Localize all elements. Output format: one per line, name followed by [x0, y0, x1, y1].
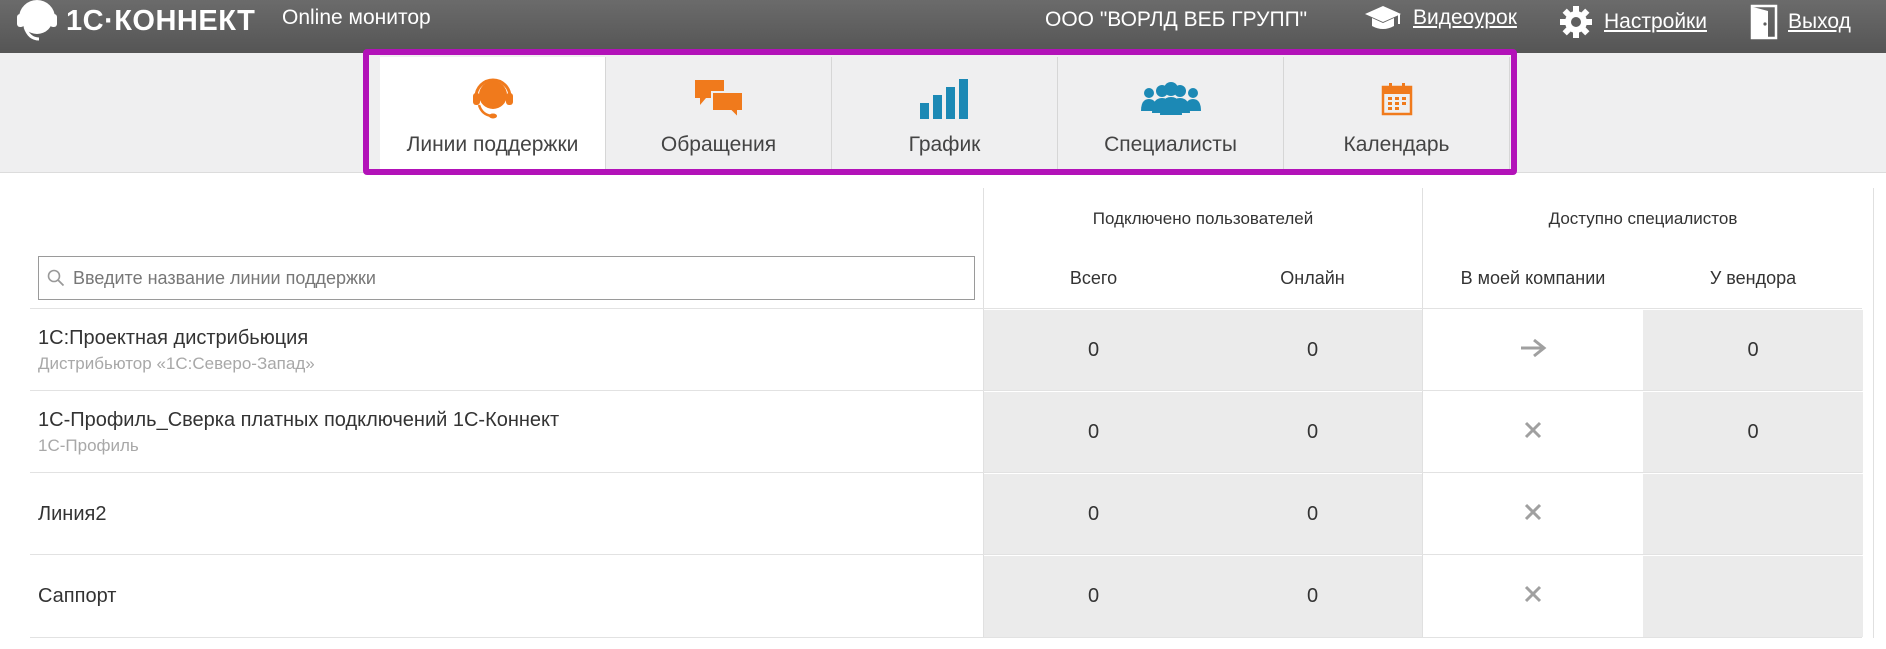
sub-header-total: Всего [1069, 268, 1118, 288]
vendor-value [1643, 474, 1863, 555]
line-owner: Дистрибьютор «1С:Северо-Запад» [38, 353, 315, 373]
table-row[interactable]: 1С-Профиль_Сверка платных подключений 1С… [30, 390, 1863, 473]
vendor-value: 0 [1643, 392, 1863, 473]
logo: 1С·КОННЕКТ [14, 0, 255, 45]
group-header-connected-users: Подключено пользователей [1092, 209, 1314, 228]
line-name-cell: Линия2 [38, 473, 978, 555]
table-bottom-border [30, 637, 1862, 638]
total-users-value: 0 [1087, 339, 1100, 361]
online-users-value: 0 [1306, 421, 1319, 443]
online-users-value: 0 [1306, 339, 1319, 361]
vendor-value: 0 [1643, 310, 1863, 391]
table-row[interactable]: Линия2 0 0 [30, 472, 1863, 555]
top-bar: 1С·КОННЕКТ Online монитор ООО "ВОРЛД ВЕБ… [0, 0, 1886, 53]
sub-header-online: Онлайн [1280, 268, 1345, 288]
total-users-value: 0 [1087, 503, 1100, 525]
column-separator [1873, 188, 1874, 638]
cross-icon [1524, 585, 1542, 609]
my-company-cell[interactable] [1423, 310, 1643, 391]
logo-text: 1С·КОННЕКТ [66, 5, 256, 37]
organization-name: ООО "ВОРЛД ВЕБ ГРУПП" [1045, 8, 1308, 31]
line-name: Линия2 [38, 502, 107, 525]
line-name: 1С-Профиль_Сверка платных подключений 1С… [38, 408, 560, 431]
line-name-cell: 1С:Проектная дистрибьюция Дистрибьютор «… [38, 309, 978, 391]
exit-link[interactable]: Выход [1750, 4, 1851, 40]
cross-icon [1524, 503, 1542, 527]
cross-icon [1524, 421, 1542, 445]
gear-icon [1558, 4, 1594, 40]
table-row[interactable]: 1С:Проектная дистрибьюция Дистрибьютор «… [30, 308, 1863, 391]
video-lesson-link[interactable]: Видеоурок [1363, 4, 1517, 32]
my-company-cell [1423, 392, 1643, 473]
table-row[interactable]: Саппорт 0 0 [30, 554, 1863, 637]
logo-headset-icon [14, 0, 60, 44]
exit-label: Выход [1788, 10, 1851, 33]
tabs-highlight-frame [363, 49, 1517, 175]
search-input[interactable] [71, 266, 955, 290]
total-users-value: 0 [1087, 585, 1100, 607]
settings-link[interactable]: Настройки [1558, 4, 1707, 40]
my-company-cell [1423, 474, 1643, 555]
sub-header-my-company: В моей компании [1460, 268, 1606, 288]
line-name-cell: 1С-Профиль_Сверка платных подключений 1С… [38, 391, 978, 473]
door-exit-icon [1750, 4, 1778, 40]
settings-label: Настройки [1604, 10, 1707, 33]
line-name-cell: Саппорт [38, 555, 978, 637]
vendor-value [1643, 556, 1863, 637]
line-name: 1С:Проектная дистрибьюция [38, 326, 309, 349]
online-users-value: 0 [1306, 503, 1319, 525]
online-users-value: 0 [1306, 585, 1319, 607]
total-users-value: 0 [1087, 421, 1100, 443]
app-title: Online монитор [282, 6, 431, 29]
support-line-search[interactable] [38, 256, 975, 300]
line-owner: 1С-Профиль [38, 435, 139, 455]
sub-header-vendor: У вендора [1709, 268, 1797, 288]
search-icon [47, 269, 65, 287]
video-lesson-label: Видеоурок [1413, 6, 1517, 29]
arrow-right-icon[interactable] [1519, 338, 1547, 364]
group-header-available-specialists: Доступно специалистов [1548, 209, 1738, 228]
line-name: Саппорт [38, 584, 117, 607]
graduation-cap-icon [1363, 4, 1403, 32]
my-company-cell [1423, 556, 1643, 637]
